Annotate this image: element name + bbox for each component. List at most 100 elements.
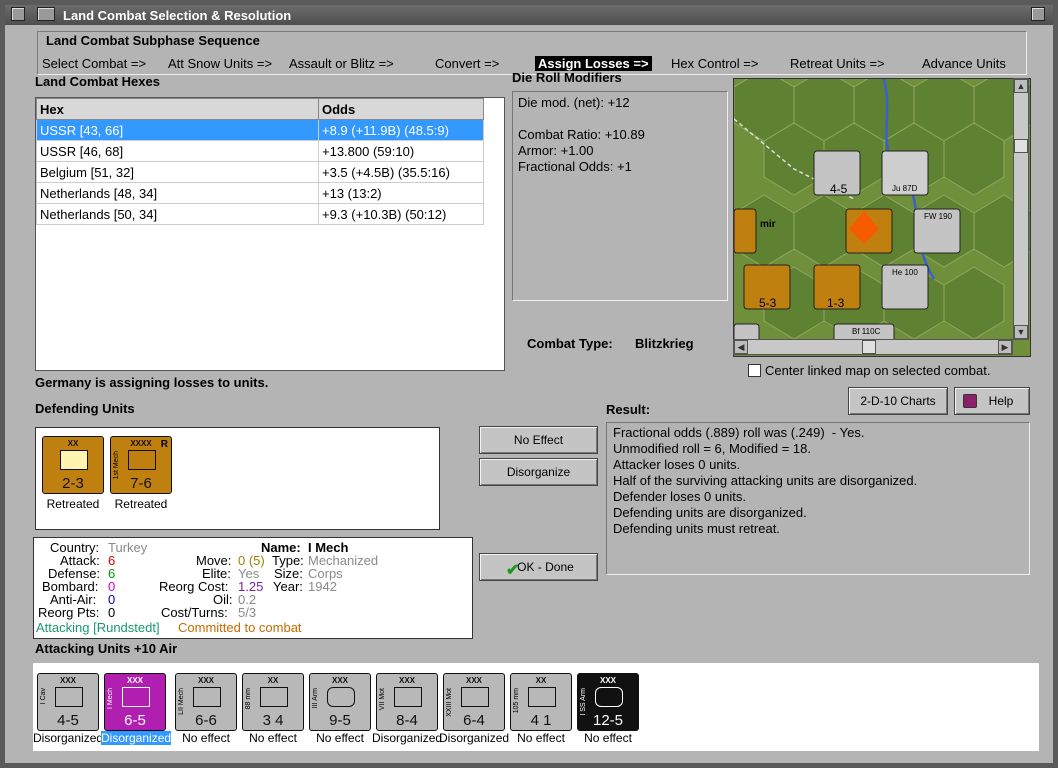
sequence-title: Land Combat Subphase Sequence — [46, 33, 260, 48]
system-menu-icon[interactable] — [11, 7, 25, 21]
seq-convert[interactable]: Convert => — [435, 56, 499, 71]
table-row[interactable]: Netherlands [50, 34] +9.3 (+10.3B) (50:12… — [36, 203, 484, 225]
hex-cell: USSR [46, 68] — [36, 140, 319, 162]
attacking-title: Attacking Units +10 Air — [35, 641, 178, 656]
seq-assign-losses[interactable]: Assign Losses => — [535, 56, 652, 71]
column-odds[interactable]: Odds — [318, 98, 484, 120]
result-line: Attacker loses 0 units. — [613, 457, 741, 472]
scroll-right-button[interactable]: ▶ — [998, 340, 1012, 354]
no-effect-button[interactable]: No Effect — [479, 426, 598, 454]
table-row[interactable]: USSR [43, 66] +8.9 (+11.9B) (48.5:9) — [36, 119, 484, 141]
table-row[interactable]: Netherlands [48, 34] +13 (13:2) — [36, 182, 484, 204]
die-roll-title: Die Roll Modifiers — [512, 70, 622, 85]
unit-status: No effect — [584, 731, 632, 745]
attacking-units-panel: XXX I Cav 4-5 Disorganized XXX I Mech 6-… — [33, 663, 1039, 751]
hex-cell: Netherlands [50, 34] — [36, 203, 319, 225]
table-row[interactable]: Belgium [51, 32] +3.5 (+4.5B) (35.5:16) — [36, 161, 484, 183]
unit-size: XXX — [59, 676, 76, 685]
result-line: Defending units are disorganized. — [613, 505, 807, 520]
unit-type-icon — [260, 687, 288, 707]
defending-unit-counter[interactable]: XX 2-3 — [42, 436, 104, 494]
attacking-unit-counter[interactable]: XX 105 mm 4 1 — [510, 673, 572, 731]
scroll-thumb[interactable] — [1014, 139, 1028, 153]
unit-type-icon — [55, 687, 83, 707]
seq-assault-or-blitz[interactable]: Assault or Blitz => — [289, 56, 394, 71]
unit-value: 3 4 — [262, 712, 284, 729]
attacking-unit-counter[interactable]: XXX I Mech 6-5 — [104, 673, 166, 731]
attacking-unit-counter[interactable]: XXX VII Mot 8-4 — [376, 673, 438, 731]
unit-status: Disorganized — [33, 731, 104, 745]
scroll-left-button[interactable]: ◀ — [734, 340, 748, 354]
seq-advance-units[interactable]: Advance Units — [922, 56, 1006, 71]
unit-value: 6-6 — [195, 712, 217, 729]
defending-unit-counter[interactable]: XXXX 1st Mech R 7-6 — [110, 436, 172, 494]
map-label: mir — [760, 219, 776, 230]
column-hex[interactable]: Hex — [36, 98, 319, 120]
year-value: 1942 — [308, 579, 337, 594]
armor-line: Armor: +1.00 — [518, 143, 594, 158]
odds-cell: +9.3 (+10.3B) (50:12) — [318, 203, 484, 225]
seq-att-snow-units[interactable]: Att Snow Units => — [168, 56, 272, 71]
unit-name: 105 mm — [513, 688, 520, 714]
attacking-unit-counter[interactable]: XXX LII Mech 6-6 — [175, 673, 237, 731]
result-line: Defender loses 0 units. — [613, 489, 746, 504]
scroll-thumb[interactable] — [862, 340, 876, 354]
unit-status: Disorganized — [439, 731, 510, 745]
seq-hex-control[interactable]: Hex Control => — [671, 56, 758, 71]
attacking-commander: Attacking [Rundstedt] — [36, 620, 160, 635]
year-label: Year: — [273, 579, 303, 594]
close-icon[interactable] — [1031, 7, 1045, 21]
attacking-unit-counter[interactable]: XXX XXIII Mot 6-4 — [443, 673, 505, 731]
unit-status: No effect — [249, 731, 297, 745]
unit-name: 88 mm — [245, 688, 252, 710]
hex-cell: Belgium [51, 32] — [36, 161, 319, 183]
unit-value: 8-4 — [396, 712, 418, 729]
committed-status: Committed to combat — [178, 620, 302, 635]
help-button[interactable]: Help — [954, 387, 1030, 415]
unit-size: XXX — [197, 676, 214, 685]
unit-type-icon — [193, 687, 221, 707]
center-map-label: Center linked map on selected combat. — [765, 363, 991, 378]
odds-cell: +13 (13:2) — [318, 182, 484, 204]
attacking-unit-counter[interactable]: XXX III Arm 9-5 — [309, 673, 371, 731]
unit-value: 12-5 — [592, 712, 624, 729]
unit-value: 2-3 — [62, 475, 84, 492]
unit-name: I Cav — [40, 688, 47, 705]
help-book-icon — [963, 394, 977, 408]
unit-status: Disorganized — [101, 731, 172, 745]
seq-retreat-units[interactable]: Retreat Units => — [790, 56, 885, 71]
window-icon[interactable] — [37, 7, 55, 21]
ok-done-button[interactable]: ✔ OK - Done — [479, 553, 598, 581]
unit-type-icon — [128, 450, 156, 470]
scroll-up-button[interactable]: ▲ — [1014, 79, 1028, 93]
map-horizontal-scrollbar[interactable]: ◀ ▶ — [733, 339, 1013, 355]
scroll-down-button[interactable]: ▼ — [1014, 325, 1028, 339]
combat-hexes-list[interactable]: Hex Odds USSR [43, 66] +8.9 (+11.9B) (48.… — [35, 97, 505, 371]
unit-value: 6-4 — [463, 712, 485, 729]
attacking-unit-counter[interactable]: XXX I SS Arm 12-5 — [577, 673, 639, 731]
map-label: 1-3 — [827, 296, 845, 310]
map-label: 4-5 — [830, 182, 848, 196]
die-mod-line: Die mod. (net): +12 — [518, 95, 630, 110]
unit-type-icon — [394, 687, 422, 707]
defending-units-panel: XX 2-3 Retreated XXXX 1st Mech R 7-6 Ret… — [35, 427, 440, 530]
charts-button[interactable]: 2-D-10 Charts — [848, 387, 948, 415]
table-row[interactable]: USSR [46, 68] +13.800 (59:10) — [36, 140, 484, 162]
hexes-table: Hex Odds USSR [43, 66] +8.9 (+11.9B) (48.… — [36, 98, 484, 225]
seq-select-combat[interactable]: Select Combat => — [42, 56, 146, 71]
subphase-sequence: Land Combat Subphase Sequence Select Com… — [37, 31, 1027, 75]
unit-name: I Mech — [107, 688, 114, 710]
linked-map[interactable]: 4-5 5-3 1-3 Ju 87D FW 190 He 100 Bf 110C… — [733, 78, 1031, 357]
attacking-unit-counter[interactable]: XX 88 mm 3 4 — [242, 673, 304, 731]
unit-value: 6-5 — [124, 712, 146, 729]
help-label: Help — [988, 394, 1014, 408]
unit-type-icon — [461, 687, 489, 707]
attacking-unit-counter[interactable]: XXX I Cav 4-5 — [37, 673, 99, 731]
unit-type-icon — [528, 687, 556, 707]
disorganize-button[interactable]: Disorganize — [479, 458, 598, 486]
center-map-checkbox[interactable] — [748, 364, 761, 377]
map-vertical-scrollbar[interactable]: ▲ ▼ — [1013, 78, 1029, 340]
unit-name: LII Mech — [178, 688, 185, 715]
unit-status: Disorganized — [372, 731, 443, 745]
